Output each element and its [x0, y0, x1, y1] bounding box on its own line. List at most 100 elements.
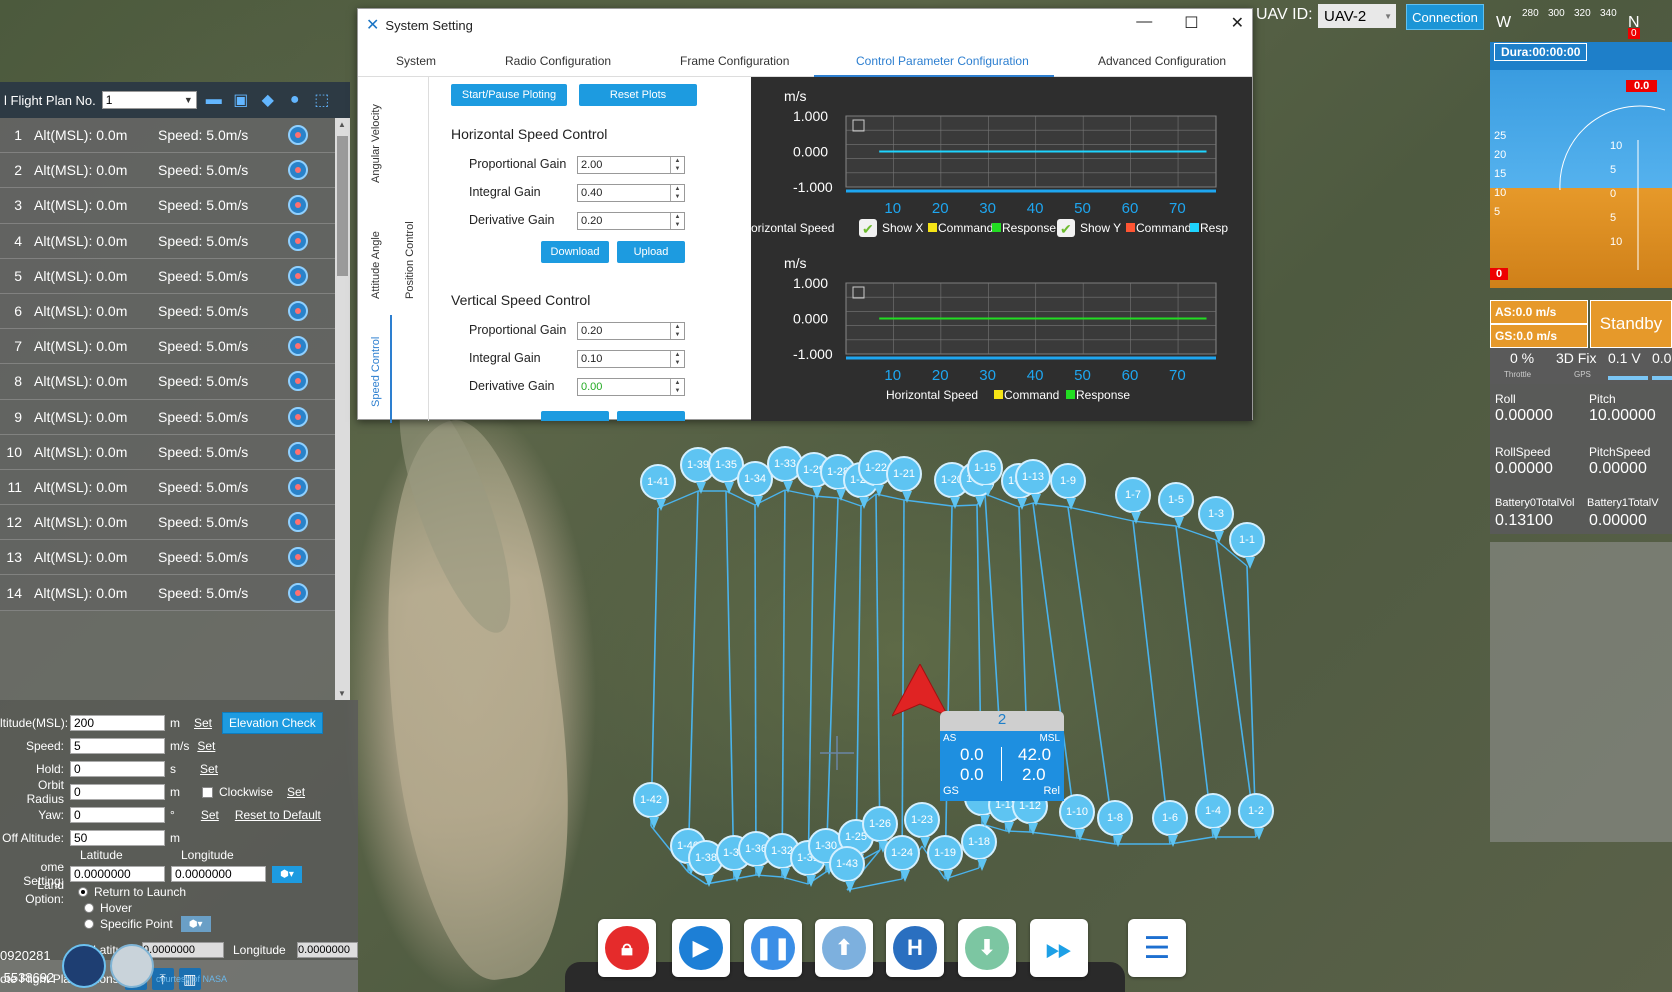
waypoint-row[interactable]: 9 Alt(MSL): 0.0m Speed: 5.0m/s	[0, 399, 335, 435]
waypoint-row[interactable]: 5 Alt(MSL): 0.0m Speed: 5.0m/s	[0, 258, 335, 294]
waypoint-pin[interactable]: 1-23	[904, 802, 940, 849]
reset-plots-button[interactable]: Reset Plots	[579, 84, 697, 106]
waypoint-pin[interactable]: 1-7	[1115, 477, 1151, 524]
hold-set-link[interactable]: Set	[200, 762, 218, 776]
vtab-angular-velocity[interactable]: Angular Velocity	[370, 104, 382, 183]
waypoint-pin[interactable]: 1-5	[1158, 482, 1194, 529]
pause-button[interactable]: ❚❚	[744, 919, 802, 977]
waypoint-pin[interactable]: 1-9	[1050, 463, 1086, 510]
location-pin-icon[interactable]: ●	[285, 90, 305, 110]
target-icon[interactable]	[288, 547, 308, 568]
waypoint-row[interactable]: 3 Alt(MSL): 0.0m Speed: 5.0m/s	[0, 188, 335, 224]
elevation-check-button[interactable]: Elevation Check	[222, 712, 323, 734]
return-to-launch-radio[interactable]	[78, 887, 88, 897]
start-pause-ploting-button[interactable]: Start/Pause Ploting	[451, 84, 567, 106]
h-proportional-gain-input[interactable]: 2.00 ▲ ▼	[577, 156, 685, 174]
home-latitude-input[interactable]	[70, 866, 165, 882]
save-icon[interactable]: ▣	[231, 90, 251, 110]
reset-to-default-link[interactable]: Reset to Default	[235, 808, 321, 822]
h-derivative-gain-input[interactable]: 0.20 ▲ ▼	[577, 212, 685, 230]
waypoint-row[interactable]: 10 Alt(MSL): 0.0m Speed: 5.0m/s	[0, 434, 335, 470]
waypoint-pin[interactable]: 1-2	[1238, 793, 1274, 840]
waypoint-list-button[interactable]: ☰	[1128, 919, 1186, 977]
waypoint-pin[interactable]: 1-8	[1097, 800, 1133, 847]
tab-frame-configuration[interactable]: Frame Configuration	[680, 54, 789, 68]
target-icon[interactable]	[288, 582, 308, 603]
speed-set-link[interactable]: Set	[197, 739, 215, 753]
h-download-button[interactable]: Download	[541, 241, 609, 263]
scrollbar-thumb[interactable]	[337, 136, 348, 276]
waypoint-row[interactable]: 7 Alt(MSL): 0.0m Speed: 5.0m/s	[0, 329, 335, 365]
waypoint-pin[interactable]: 1-41	[640, 464, 676, 511]
waypoint-row[interactable]: 6 Alt(MSL): 0.0m Speed: 5.0m/s	[0, 293, 335, 330]
altitude-input[interactable]	[70, 715, 165, 731]
waypoint-row[interactable]: 4 Alt(MSL): 0.0m Speed: 5.0m/s	[0, 223, 335, 259]
vtab-position-control[interactable]: Position Control	[404, 221, 416, 299]
waypoint-row[interactable]: 2 Alt(MSL): 0.0m Speed: 5.0m/s	[0, 153, 335, 189]
v-upload-button[interactable]	[617, 411, 685, 421]
target-icon[interactable]	[288, 230, 308, 251]
specific-point-pick-icon[interactable]: ⬢▾	[180, 916, 211, 932]
land-button[interactable]: ⬇	[958, 919, 1016, 977]
tab-control-parameter-configuration[interactable]: Control Parameter Configuration	[856, 54, 1029, 68]
minimize-icon[interactable]: —	[1136, 13, 1152, 33]
target-icon[interactable]	[288, 441, 308, 462]
waypoint-pin[interactable]: 1-42	[633, 782, 669, 829]
uav-id-select[interactable]: UAV-2 ▼	[1318, 4, 1396, 28]
vtab-speed-control[interactable]: Speed Control	[370, 337, 382, 407]
waypoint-row[interactable]: 8 Alt(MSL): 0.0m Speed: 5.0m/s	[0, 364, 335, 400]
tab-radio-configuration[interactable]: Radio Configuration	[505, 54, 611, 68]
waypoint-list-scrollbar[interactable]: ▲ ▼	[335, 118, 350, 700]
home-longitude-input[interactable]	[171, 866, 266, 882]
specific-point-radio[interactable]	[84, 919, 94, 929]
waypoint-pin[interactable]: 1-1	[1229, 522, 1265, 569]
sp-latitude-input[interactable]	[142, 942, 224, 958]
waypoint-row[interactable]: 14 Alt(MSL): 0.0m Speed: 5.0m/s	[0, 575, 335, 611]
play-button[interactable]: ▶	[672, 919, 730, 977]
v-integral-gain-input[interactable]: 0.10 ▲ ▼	[577, 350, 685, 368]
tab-system[interactable]: System	[396, 54, 436, 68]
orbit-set-link[interactable]: Set	[287, 785, 305, 799]
hover-radio[interactable]	[84, 903, 94, 913]
target-icon[interactable]	[288, 476, 308, 497]
map-pick-icon[interactable]: ⬢▾	[272, 865, 302, 883]
target-icon[interactable]	[288, 406, 308, 427]
target-icon[interactable]	[288, 301, 308, 322]
waypoint-pin[interactable]: 1-10	[1059, 794, 1095, 841]
clockwise-checkbox[interactable]	[202, 786, 213, 798]
tab-advanced-configuration[interactable]: Advanced Configuration	[1098, 54, 1226, 68]
target-icon[interactable]	[288, 371, 308, 392]
target-icon[interactable]	[288, 512, 308, 533]
target-icon[interactable]	[288, 160, 308, 181]
target-icon[interactable]	[288, 195, 308, 216]
vtab-attitude-angle[interactable]: Attitude Angle	[370, 231, 382, 299]
v-derivative-gain-input[interactable]: 0.00 ▲ ▼	[577, 378, 685, 396]
target-icon[interactable]	[288, 336, 308, 357]
waypoint-pin[interactable]: 1-43	[829, 846, 865, 893]
takeoff-altitude-input[interactable]	[70, 830, 165, 846]
waypoint-pin[interactable]: 1-18	[961, 824, 997, 871]
waypoint-row[interactable]: 1 Alt(MSL): 0.0m Speed: 5.0m/s	[0, 118, 335, 154]
altitude-set-link[interactable]: Set	[194, 716, 212, 730]
v-proportional-gain-input[interactable]: 0.20 ▲ ▼	[577, 322, 685, 340]
waypoint-pin[interactable]: 1-15	[967, 450, 1003, 497]
waypoint-row[interactable]: 11 Alt(MSL): 0.0m Speed: 5.0m/s	[0, 469, 335, 506]
target-icon[interactable]	[288, 125, 308, 146]
flight-plan-select[interactable]: 1 ▼	[101, 91, 197, 109]
eraser-icon[interactable]: ◆	[258, 90, 278, 110]
takeoff-button[interactable]: ⬆	[815, 919, 873, 977]
waypoint-pin[interactable]: 1-21	[886, 456, 922, 503]
waypoint-pin[interactable]: 1-4	[1195, 793, 1231, 840]
v-download-button[interactable]	[541, 411, 609, 421]
grid-select-icon[interactable]: ⬚	[312, 90, 332, 110]
waypoint-row[interactable]: 13 Alt(MSL): 0.0m Speed: 5.0m/s	[0, 540, 335, 576]
waypoint-pin[interactable]: 1-19	[927, 835, 963, 882]
yaw-input[interactable]	[70, 807, 165, 823]
orbit-radius-input[interactable]	[70, 784, 165, 800]
waypoint-list[interactable]: 1 Alt(MSL): 0.0m Speed: 5.0m/s 2 Alt(MSL): 0…	[0, 118, 335, 700]
fast-forward-button[interactable]: ⏩︎	[1030, 919, 1088, 977]
speed-input[interactable]	[70, 738, 165, 754]
home-button[interactable]: H	[886, 919, 944, 977]
lock-button[interactable]: 🔒︎	[598, 919, 656, 977]
connection-button[interactable]: Connection	[1406, 4, 1484, 30]
